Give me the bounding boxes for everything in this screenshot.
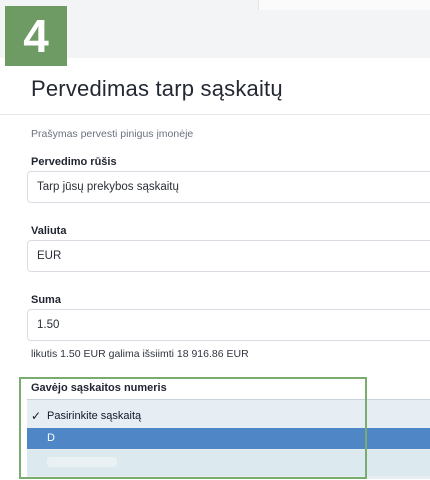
currency-select[interactable]: EUR (27, 240, 430, 272)
top-bar-segment (258, 0, 430, 10)
checkmark-icon: ✓ (31, 409, 42, 423)
currency-value: EUR (37, 250, 62, 262)
transfer-type-value: Tarp jūsų prekybos sąskaitų (37, 181, 179, 193)
currency-label: Valiuta (31, 225, 67, 237)
divider (0, 114, 430, 115)
balance-hint: likutis 1.50 EUR galima išsiimti 18 916.… (31, 348, 249, 360)
transfer-type-label: Pervedimo rūšis (31, 156, 117, 168)
amount-label: Suma (31, 294, 61, 306)
option-label: Pasirinkite sąskaitą (47, 410, 142, 422)
blurred-option-text (47, 457, 117, 467)
option-label: D (47, 432, 55, 444)
page-title: Pervedimas tarp sąskaitų (31, 76, 283, 101)
transfer-type-select[interactable]: Tarp jūsų prekybos sąskaitų (27, 171, 430, 203)
amount-value: 1.50 (37, 319, 60, 331)
dropdown-option-placeholder[interactable]: ✓ Pasirinkite sąskaitą (27, 406, 430, 427)
step-number-badge: 4 (5, 6, 67, 66)
dropdown-option-d[interactable]: D (27, 428, 430, 449)
recipient-account-label: Gavėjo sąskaitos numeris (31, 382, 167, 394)
page-subtitle: Prašymas pervesti pinigus įmonėje (31, 128, 194, 140)
dropdown-option-blurred[interactable] (27, 450, 430, 476)
amount-input[interactable]: 1.50 (27, 309, 430, 341)
recipient-account-dropdown[interactable]: ✓ Pasirinkite sąskaitą D (27, 399, 430, 479)
